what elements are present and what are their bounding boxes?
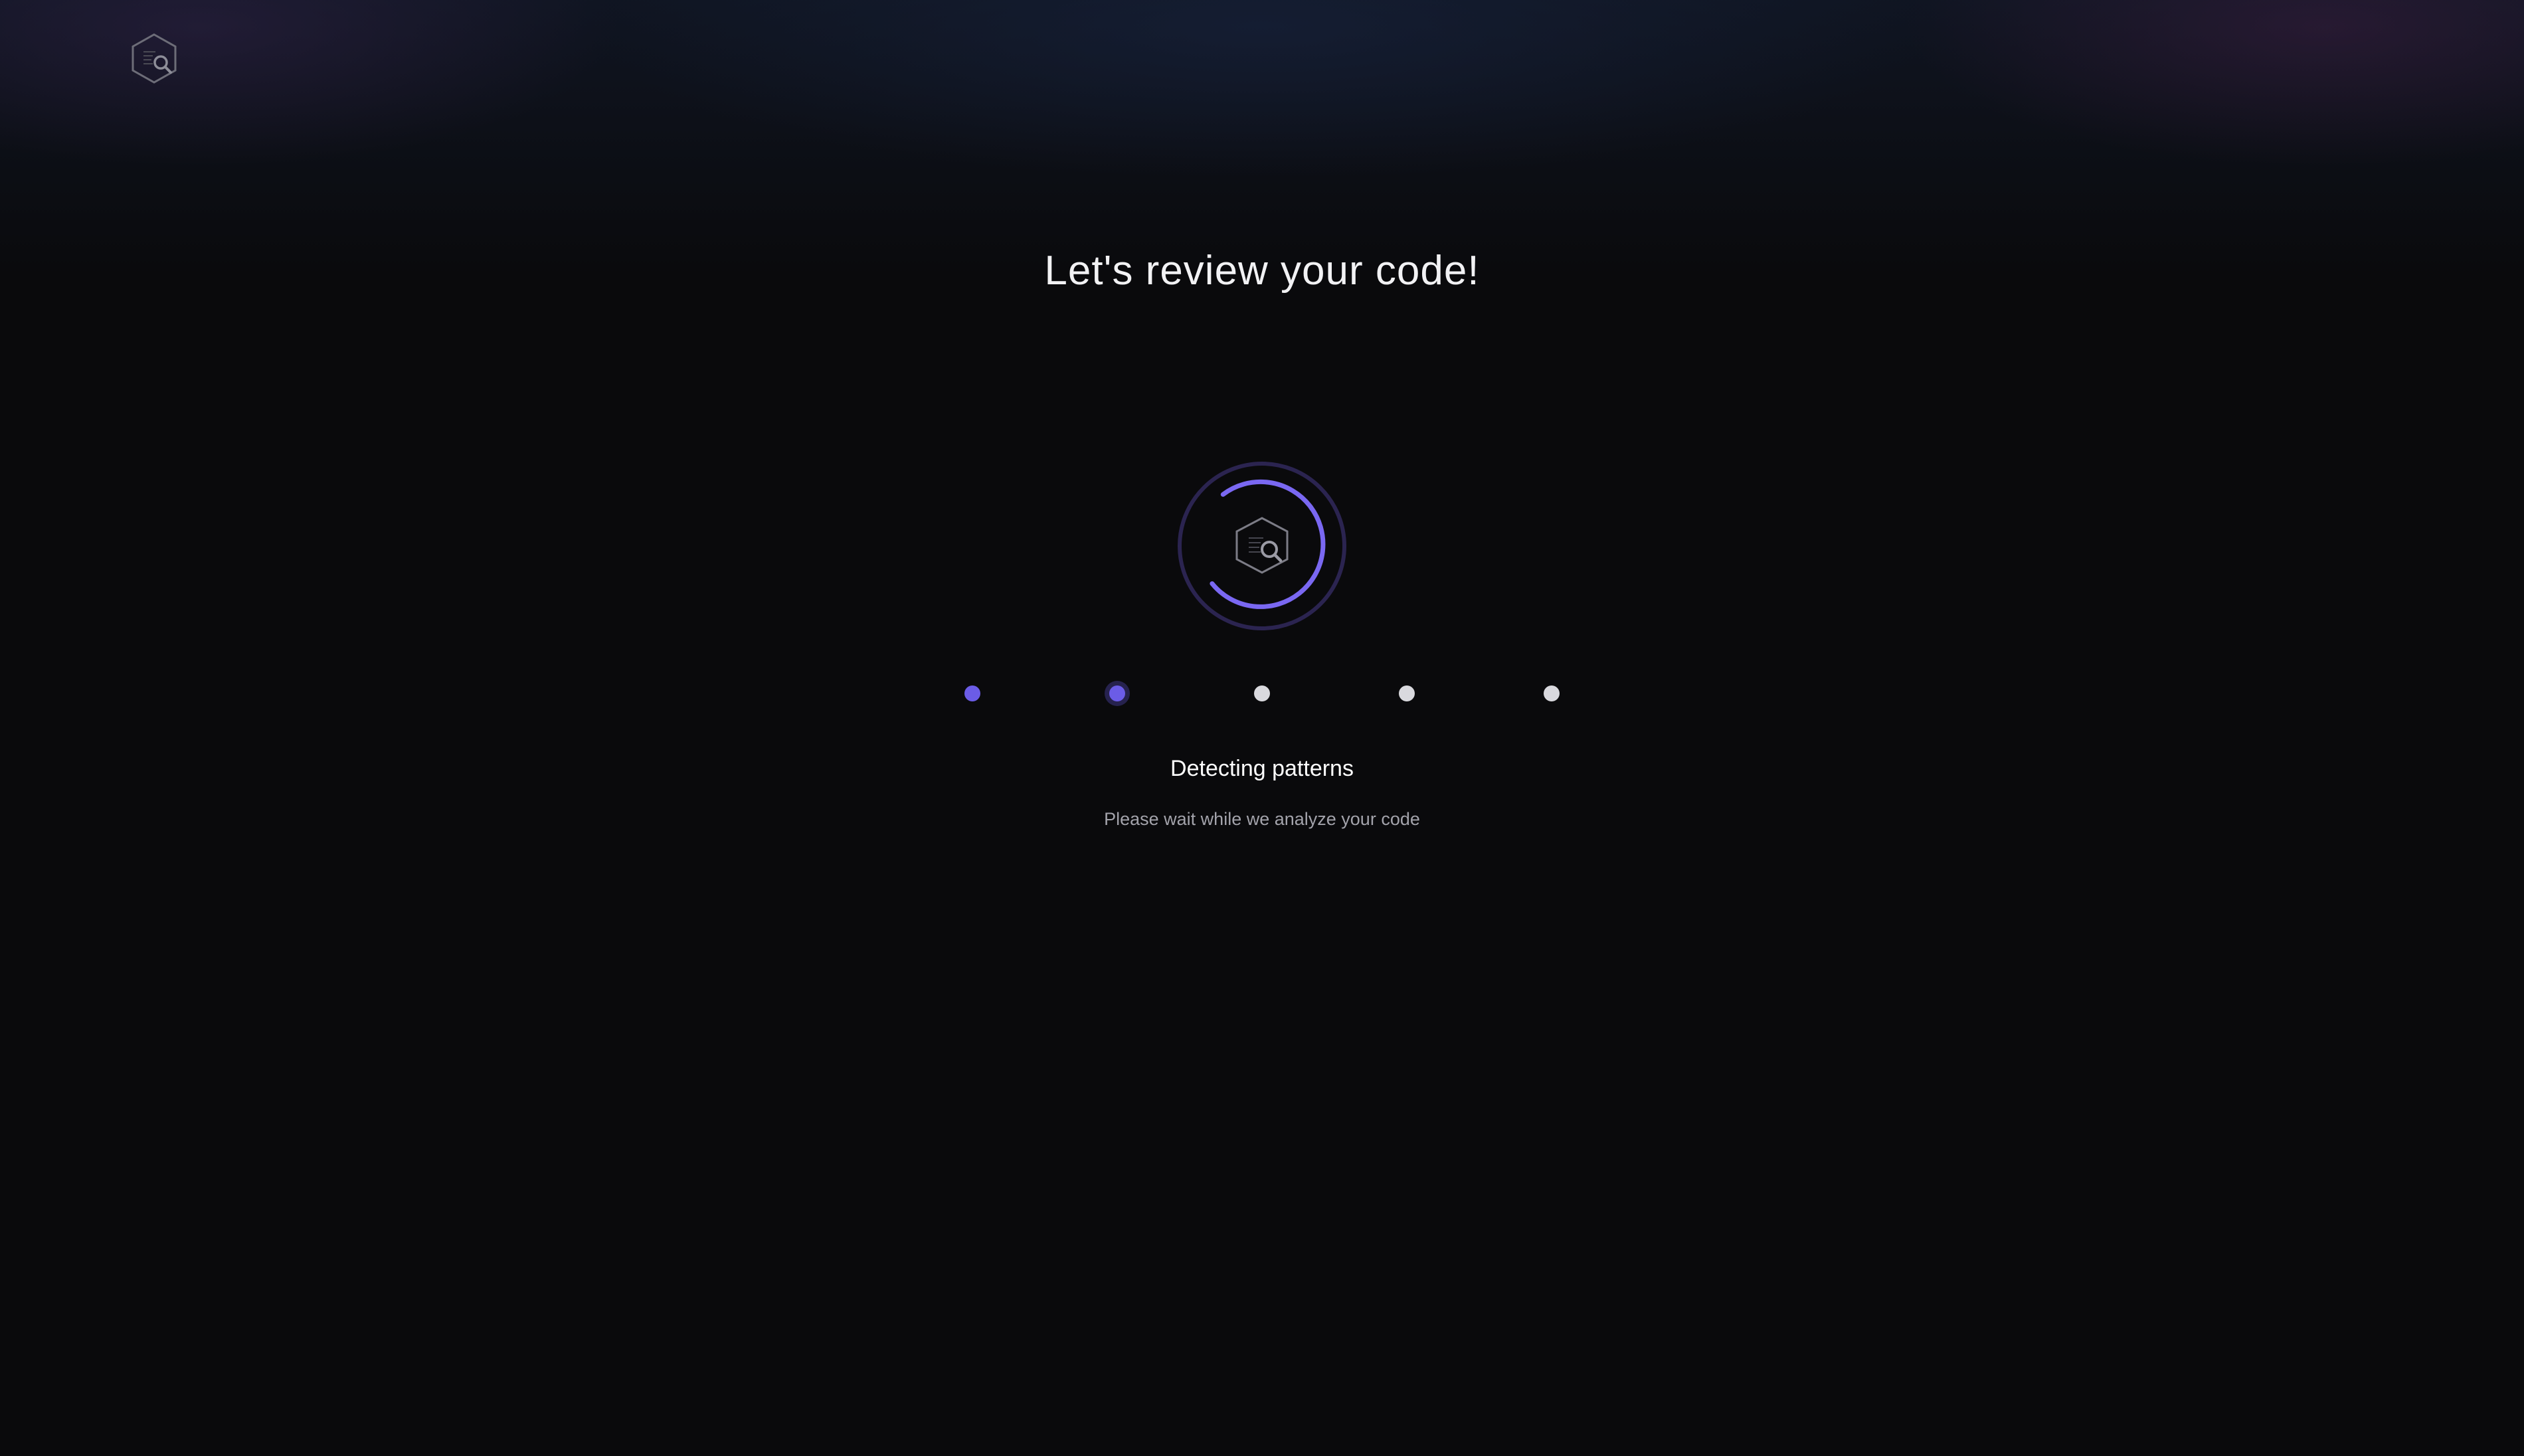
step-dot-5 xyxy=(1544,685,1560,701)
code-review-logo-icon[interactable] xyxy=(129,32,179,85)
app-root: Let's review your code! Detecting patter… xyxy=(0,0,2524,1456)
progress-arc xyxy=(1210,479,1326,609)
header-glow xyxy=(0,0,2524,279)
status-title: Detecting patterns xyxy=(1170,756,1354,781)
logo-hexagon-search-icon xyxy=(132,33,177,84)
progress-steps xyxy=(0,678,2524,709)
status-subtitle: Please wait while we analyze your code xyxy=(1104,809,1420,829)
loading-spinner xyxy=(1177,461,1347,631)
step-dot-1 xyxy=(964,685,980,701)
step-dot-2 xyxy=(1109,685,1125,701)
step-dot-3 xyxy=(1254,685,1270,701)
center-hexagon-search-icon xyxy=(1235,517,1289,574)
step-dot-4 xyxy=(1399,685,1415,701)
page-title: Let's review your code! xyxy=(1044,248,1480,294)
progress-ring xyxy=(1178,462,1346,630)
